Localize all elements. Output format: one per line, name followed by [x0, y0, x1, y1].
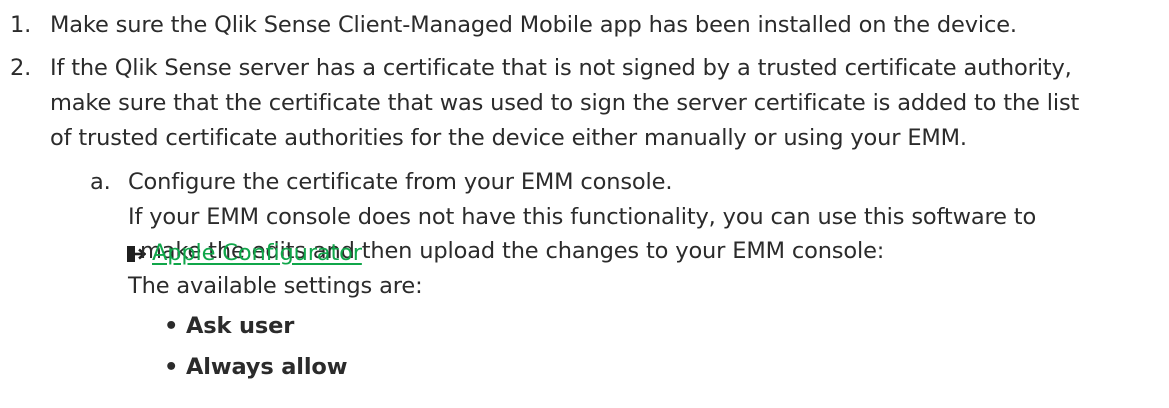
- substep-a-note: If your EMM console does not have this f…: [128, 204, 1037, 230]
- step-2-text-line-2: make sure that the certificate that was …: [50, 90, 1080, 116]
- bullet-marker: •: [164, 354, 179, 380]
- substep-a-letter: a.: [90, 169, 111, 195]
- step-1-number: 1.: [10, 12, 32, 38]
- step-1-text: Make sure the Qlik Sense Client-Managed …: [50, 12, 1017, 38]
- available-settings-label: The available settings are:: [128, 273, 423, 299]
- setting-always-allow: Always allow: [186, 354, 348, 380]
- step-2-number: 2.: [10, 55, 32, 81]
- apple-configurator-link[interactable]: Apple Configurator: [152, 238, 362, 268]
- step-2-text-line-3: of trusted certificate authorities for t…: [50, 125, 967, 151]
- setting-ask-user: Ask user: [186, 313, 295, 339]
- substep-a-text: Configure the certificate from your EMM …: [128, 169, 673, 195]
- bullet-marker: •: [164, 313, 179, 339]
- step-2-text-line-1: If the Qlik Sense server has a certifica…: [50, 55, 1072, 81]
